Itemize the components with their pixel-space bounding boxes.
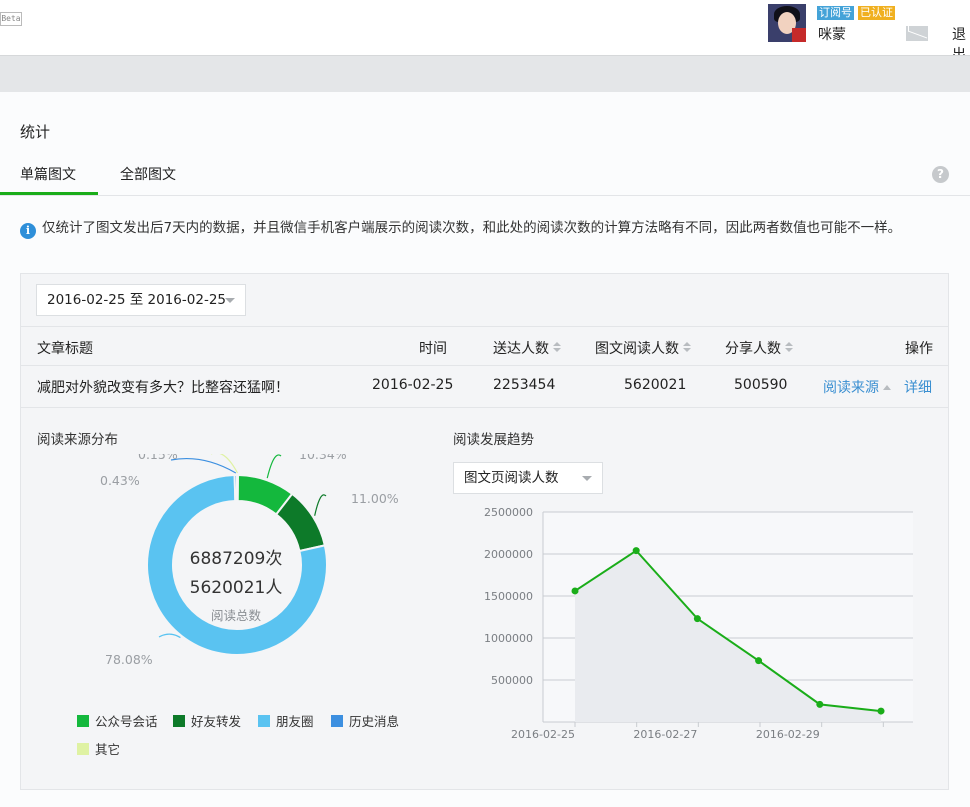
legend-item[interactable]: 公众号会话 <box>77 711 158 730</box>
slice-percent-label: 11.00% <box>351 491 399 506</box>
slice-percent-label: 0.15% <box>138 454 178 462</box>
slice-leader-line <box>170 457 237 474</box>
article-delivered: 2253454 <box>493 377 556 393</box>
tab-bar: 单篇图文 全部图文 ? <box>0 154 970 196</box>
col-reads[interactable]: 图文阅读人数 <box>595 338 691 358</box>
tab-single-article[interactable]: 单篇图文 <box>20 164 76 184</box>
y-tick-label: 2000000 <box>484 548 533 561</box>
trend-point[interactable] <box>571 587 579 595</box>
article-shares: 500590 <box>734 377 788 393</box>
read-source-link[interactable]: 阅读来源 <box>823 377 891 397</box>
trend-point[interactable] <box>816 700 824 708</box>
slice-percent-label: 78.08% <box>105 652 153 667</box>
col-shares[interactable]: 分享人数 <box>725 338 793 358</box>
y-tick-label: 1000000 <box>484 632 533 645</box>
main-content: 统计 单篇图文 全部图文 ? i 仅统计了图文发出后7天内的数据，并且微信手机客户… <box>0 92 970 807</box>
detail-link[interactable]: 详细 <box>904 377 932 397</box>
trend-point[interactable] <box>877 707 885 715</box>
y-tick-label: 2500000 <box>484 506 533 519</box>
source-section-title: 阅读来源分布 <box>37 432 118 448</box>
slice-leader-line <box>314 494 327 516</box>
verified-badge: 已认证 <box>858 6 895 20</box>
trend-point[interactable] <box>693 615 701 623</box>
metric-select-value: 图文页阅读人数 <box>464 470 559 486</box>
subscription-badge: 订阅号 <box>817 6 854 20</box>
sort-icon <box>683 342 691 354</box>
article-title: 减肥对外貌改变有多大？比整容还猛啊！ <box>37 380 289 396</box>
trend-section-title: 阅读发展趋势 <box>453 432 534 448</box>
notice: i 仅统计了图文发出后7天内的数据，并且微信手机客户端展示的阅读次数，和此处的阅读… <box>20 216 901 239</box>
mail-icon[interactable] <box>906 26 928 41</box>
page-title: 统计 <box>20 123 51 141</box>
nav-band <box>0 55 970 92</box>
article-reads: 5620021 <box>624 377 687 393</box>
slice-leader-line <box>158 633 181 639</box>
info-icon: i <box>20 223 36 239</box>
donut-center: 6887209次 5620021人 阅读总数 <box>186 544 286 624</box>
slice-percent-label: 0.43% <box>100 473 140 488</box>
date-range-picker[interactable]: 2016-02-25 至 2016-02-25 <box>36 284 246 316</box>
legend-swatch <box>331 715 343 727</box>
y-tick-label: 1500000 <box>484 590 533 603</box>
y-tick-label: 500000 <box>491 674 533 687</box>
legend-swatch <box>77 743 89 755</box>
col-title: 文章标题 <box>37 341 93 357</box>
username[interactable]: 咪蒙 <box>818 24 846 44</box>
table-row: 减肥对外貌改变有多大？比整容还猛啊！ 2016-02-25 2253454 56… <box>21 366 948 408</box>
total-reads-count: 6887209次 <box>189 549 283 569</box>
sort-icon <box>553 342 561 354</box>
chevron-up-icon <box>883 385 891 390</box>
col-time: 时间 <box>419 341 447 357</box>
col-delivered[interactable]: 送达人数 <box>493 338 561 358</box>
legend-item[interactable]: 其它 <box>77 739 120 758</box>
total-readers-count: 5620021人 <box>189 578 283 598</box>
tab-all-articles[interactable]: 全部图文 <box>120 164 176 184</box>
legend-swatch <box>258 715 270 727</box>
legend-swatch <box>173 715 185 727</box>
metric-select[interactable]: 图文页阅读人数 <box>453 462 603 494</box>
legend-item[interactable]: 好友转发 <box>173 711 241 730</box>
table-header: 文章标题 时间 送达人数 图文阅读人数 分享人数 操作 <box>21 326 948 366</box>
help-icon[interactable]: ? <box>932 166 949 183</box>
x-tick-label: 2016-02-25 <box>511 728 575 741</box>
notice-text: 仅统计了图文发出后7天内的数据，并且微信手机客户端展示的阅读次数，和此处的阅读次… <box>42 220 902 236</box>
chevron-down-icon <box>225 298 235 303</box>
article-time: 2016-02-25 <box>372 377 454 393</box>
donut-slice[interactable] <box>236 473 239 503</box>
chevron-down-icon <box>582 476 592 481</box>
top-bar: Beta 订阅号 已认证 咪蒙 退出 <box>0 0 970 63</box>
x-tick-label: 2016-02-29 <box>756 728 820 741</box>
x-tick-label: 2016-02-27 <box>633 728 697 741</box>
active-tab-indicator <box>0 192 98 195</box>
trend-point[interactable] <box>632 547 640 555</box>
stats-panel: 2016-02-25 至 2016-02-25 文章标题 时间 送达人数 图文阅… <box>20 273 949 790</box>
legend-item[interactable]: 朋友圈 <box>258 711 314 730</box>
legend-item[interactable]: 历史消息 <box>331 711 399 730</box>
legend-swatch <box>77 715 89 727</box>
sort-icon <box>785 342 793 354</box>
trend-point[interactable] <box>755 657 763 665</box>
beta-label: Beta <box>0 12 22 26</box>
col-actions: 操作 <box>905 341 933 357</box>
total-caption: 阅读总数 <box>210 608 261 623</box>
trend-chart: 2500000 2000000 1500000 1000000 500000 2016-0… <box>484 506 913 741</box>
slice-percent-label: 10.34% <box>299 454 347 462</box>
avatar[interactable] <box>768 4 806 42</box>
slice-leader-line <box>266 454 282 479</box>
date-range-value: 2016-02-25 至 2016-02-25 <box>47 292 226 308</box>
